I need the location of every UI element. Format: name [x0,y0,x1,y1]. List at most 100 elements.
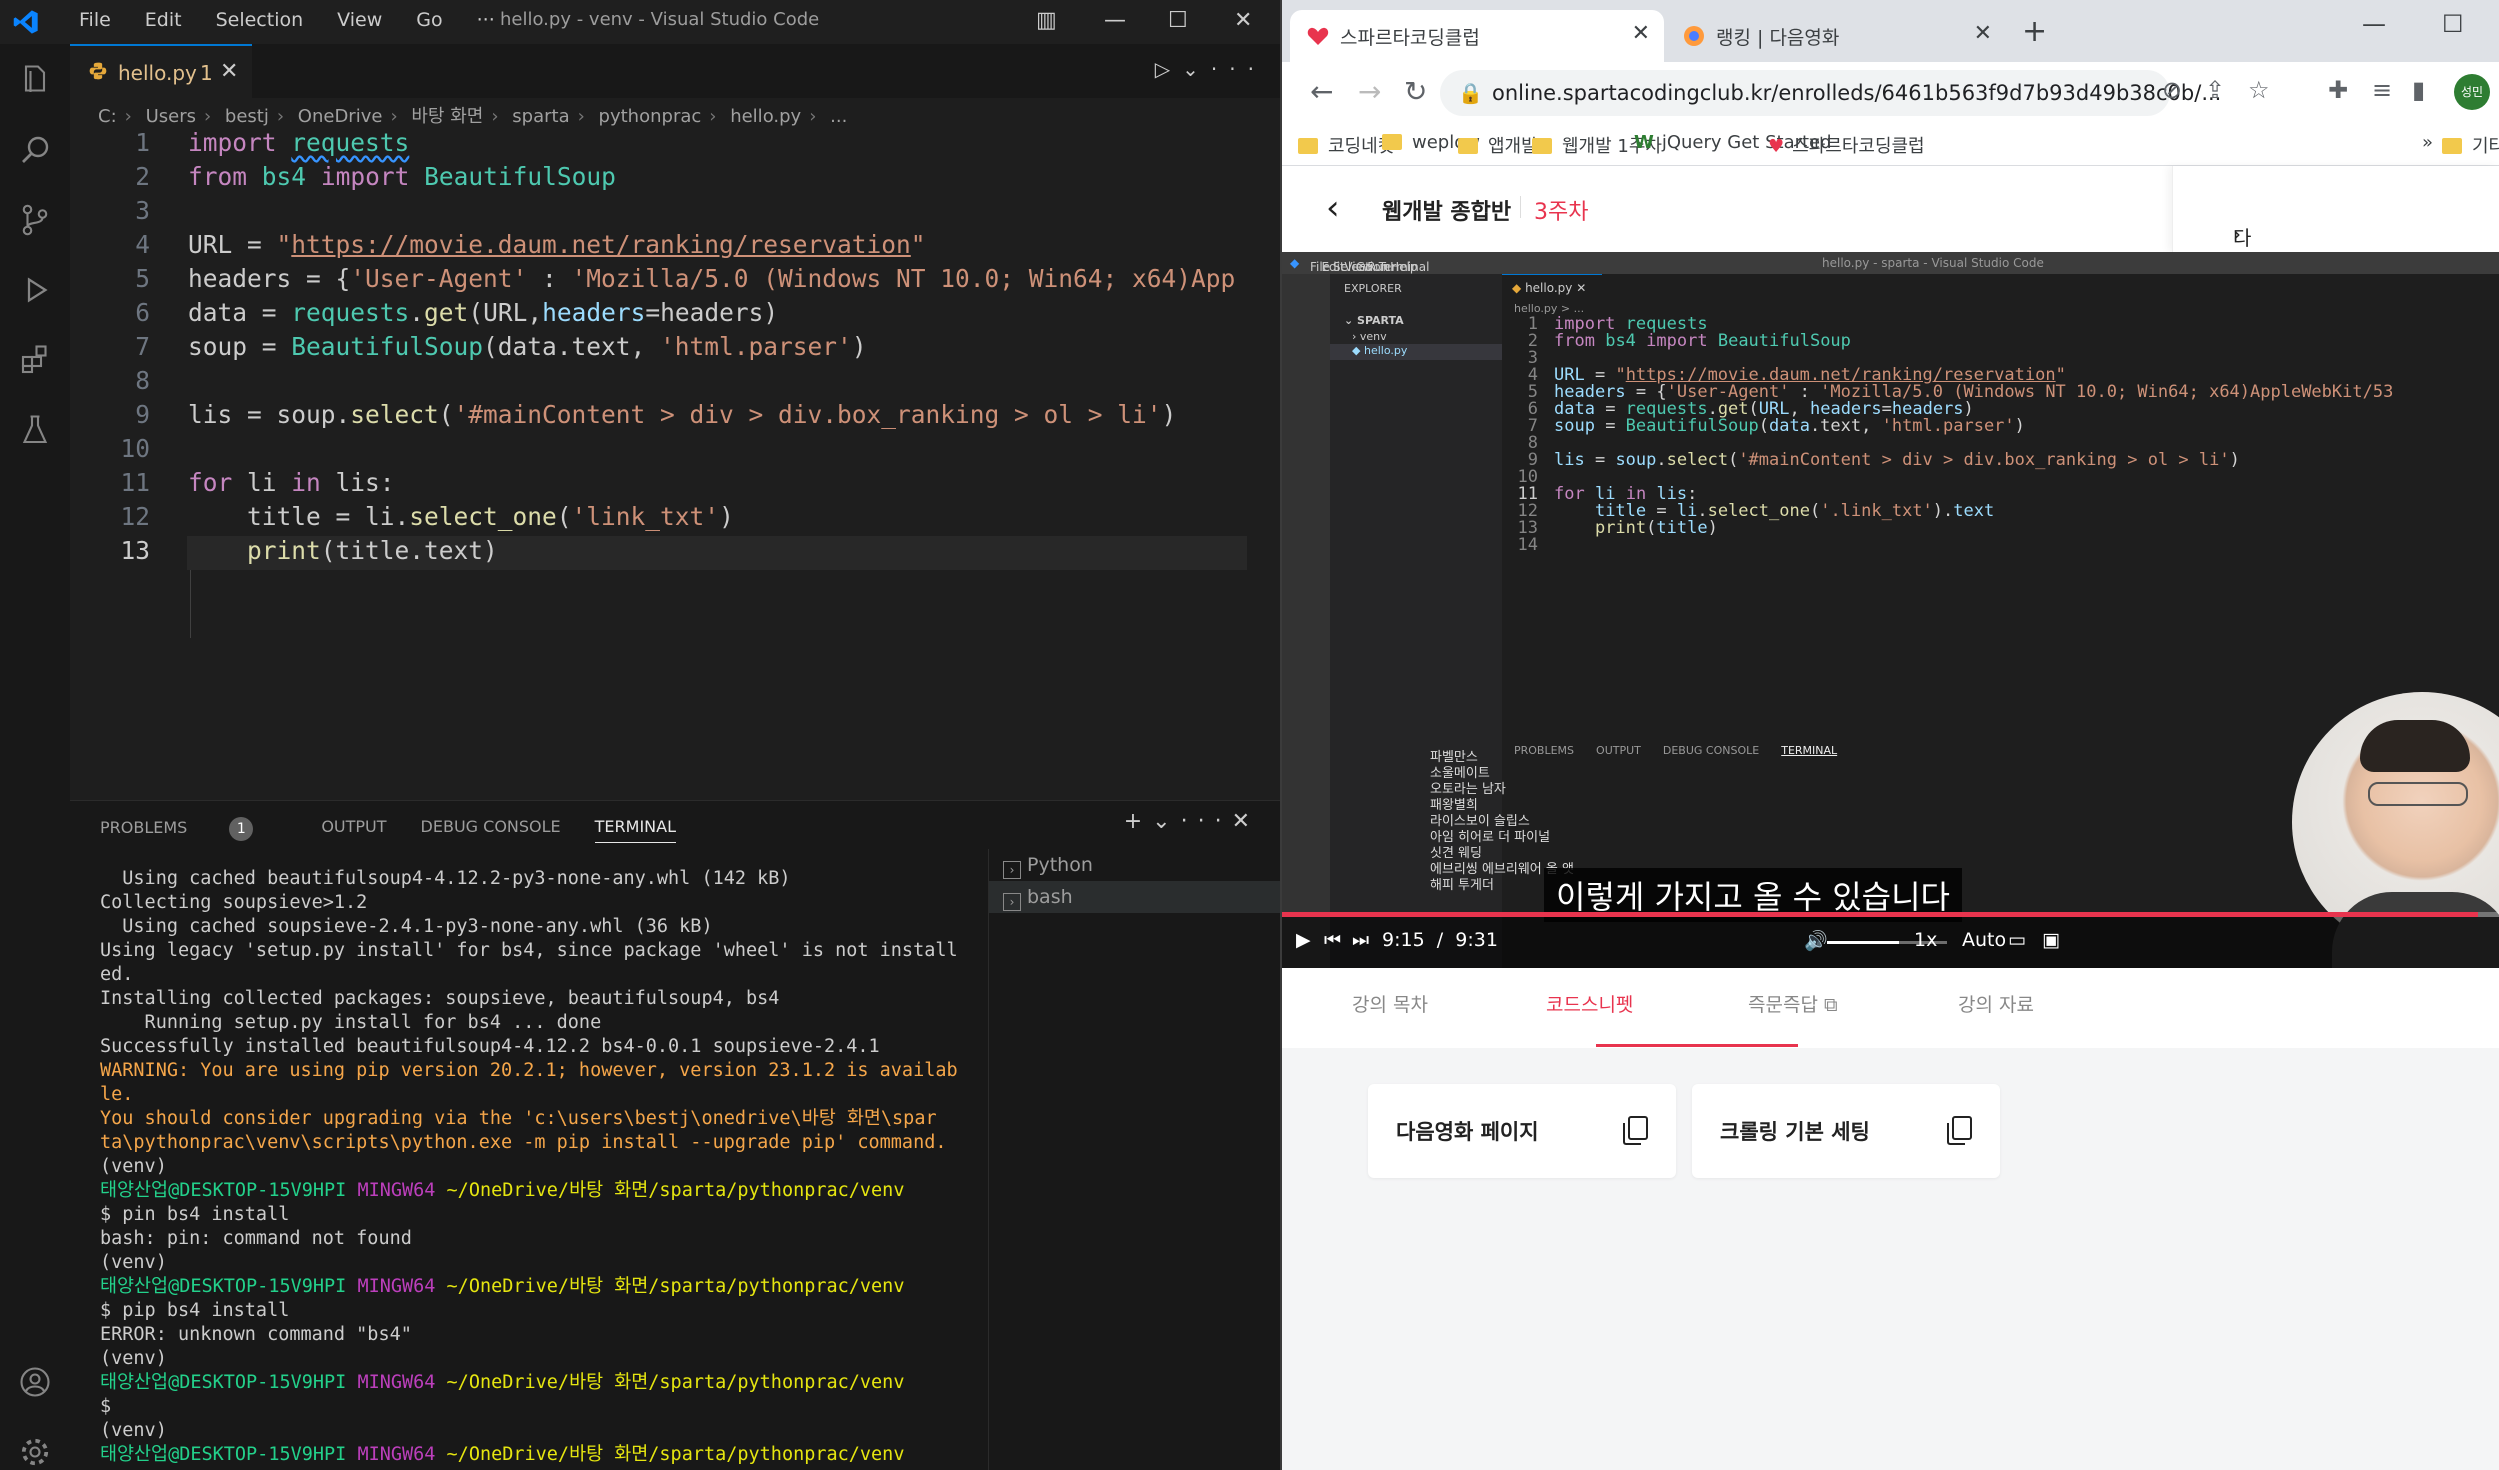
skip-forward-icon[interactable]: ⏭ [1352,929,1369,951]
back-arrow-icon[interactable]: ← [1310,75,1333,108]
address-bar[interactable]: 🔒 online.spartacodingclub.kr/enrolleds/6… [1440,70,2221,116]
terminal-item-python[interactable]: › Python [989,849,1281,881]
menu-edit[interactable]: Edit [128,9,199,31]
share-icon[interactable]: ⇪ [2205,76,2225,104]
tab-qna[interactable]: 즉문즉답 ⧉ [1748,990,1838,1017]
settings-gear-icon[interactable] [17,1434,53,1470]
tab-close-icon[interactable]: ✕ [1974,21,1992,46]
captions-icon[interactable]: ▭ [2008,929,2026,951]
account-icon[interactable] [17,1364,53,1400]
menu-view[interactable]: View [320,9,399,31]
chrome-tab-sparta[interactable]: 스파르타코딩클럽 ✕ [1290,10,1664,62]
breadcrumb-symbol[interactable]: ... [830,106,847,127]
breadcrumb-item[interactable]: bestj [225,106,269,127]
close-icon[interactable]: ✕ [1234,8,1252,33]
lecture-page: ‹ 웹개발 종합반 3주차 다음 강의 › ◆ File Edit Select… [1282,166,2499,1470]
minimize-icon[interactable]: — [1104,8,1126,33]
eye-off-icon[interactable]: ⊘ [2162,76,2182,104]
breadcrumb-item[interactable]: OneDrive [298,106,383,127]
panel-tabs: PROBLEMS 1 OUTPUT DEBUG CONSOLE TERMINAL [100,817,710,843]
extensions-puzzle-icon[interactable]: ✚ [2328,76,2348,104]
new-tab-icon[interactable]: + [2022,14,2047,49]
bookmark-folder[interactable]: 코딩네컷 [1298,132,1394,158]
breadcrumb-item[interactable]: pythonprac [599,106,702,127]
tab-materials[interactable]: 강의 자료 [1958,990,2034,1017]
pip-icon[interactable]: ▣ [2042,929,2060,951]
bookmark-folder[interactable]: 앱개발 [1458,132,1538,158]
tab-problems[interactable]: PROBLEMS 1 [100,817,287,843]
terminal-line: bash: pin: command not found [100,1228,412,1249]
run-file-icon[interactable]: ▷ [1155,57,1182,81]
volume-icon[interactable]: 🔊 [1804,929,1828,952]
playback-speed[interactable]: 1x [1914,929,1937,951]
copy-icon[interactable] [1623,1116,1648,1145]
tab-table-of-contents[interactable]: 강의 목차 [1352,990,1428,1017]
play-icon[interactable]: ▶ [1296,929,1311,951]
close-panel-icon[interactable]: ✕ [1232,809,1260,834]
reading-list-icon[interactable]: ≡ [2372,76,2392,104]
maximize-icon[interactable]: ☐ [1168,8,1188,33]
source-control-icon[interactable] [17,202,53,238]
profile-avatar[interactable]: 성민 [2454,74,2490,110]
tab-close-icon[interactable]: ✕ [220,59,238,84]
skip-back-icon[interactable]: ⏮ [1324,929,1341,951]
menu-go[interactable]: Go [399,9,459,31]
tab-close-icon[interactable]: ✕ [1632,21,1650,46]
more-actions-icon[interactable]: ··· [1211,57,1266,81]
terminal-line: Using legacy 'setup.py install' for bs4,… [100,940,958,961]
side-panel-icon[interactable]: ▮ [2412,76,2425,104]
address-actions: ⊘ ⇪ ☆ [2162,76,2270,104]
folder-icon [2442,138,2462,154]
tab-hello-py[interactable]: hello.py 1 ✕ [70,44,252,98]
code-line: 3 [135,196,150,225]
maximize-icon[interactable]: ☐ [2442,10,2464,38]
code-line: 5 headers = {'User-Agent' : 'Mozilla/5.0 … [135,264,1236,293]
testing-icon[interactable] [17,412,53,448]
terminal-line: Using cached beautifulsoup4-4.12.2-py3-n… [100,868,791,889]
search-icon[interactable] [17,132,53,168]
new-terminal-icon[interactable]: + [1124,809,1152,834]
tab-output[interactable]: OUTPUT [321,817,386,843]
back-chevron-icon[interactable]: ‹ [1326,188,1340,228]
breadcrumb-item[interactable]: C: [98,106,117,127]
tab-problem-count: 1 [200,61,213,85]
video-player[interactable]: ◆ File Edit Selection View Go Run Termin… [1282,252,2499,968]
bookmarks-overflow[interactable]: » [2422,132,2433,153]
terminal-warning: le. [100,1084,134,1105]
breadcrumb-item[interactable]: sparta [512,106,569,127]
explorer-icon[interactable] [17,62,53,98]
breadcrumb-file[interactable]: hello.py [730,106,801,127]
bookmark-sparta[interactable]: ♥ 스파르타코딩클럽 [1768,132,1925,158]
breadcrumb-item[interactable]: 바탕 화면 [411,106,483,127]
run-dropdown-icon[interactable]: ⌄ [1182,57,1211,81]
tab-code-snippets[interactable]: 코드스니펫 [1546,990,1633,1017]
layout-icon[interactable]: ▥ [1036,8,1057,33]
folder-icon [1458,138,1478,154]
terminal-item-bash[interactable]: › bash [989,881,1281,913]
quality-selector[interactable]: Auto [1962,929,2006,951]
breadcrumb-item[interactable]: Users [146,106,196,127]
bookmark-folder-other[interactable]: 기타 북 [2442,132,2499,158]
tab-terminal[interactable]: TERMINAL [594,817,677,843]
terminal-output[interactable]: Using cached beautifulsoup4-4.12.2-py3-n… [100,867,1030,1467]
code-line: 1 import requests [135,128,410,157]
menu-file[interactable]: File [62,9,128,31]
snippet-card[interactable]: 크롤링 기본 세팅 [1692,1084,2000,1178]
tab-debug-console[interactable]: DEBUG CONSOLE [421,817,561,843]
more-icon[interactable]: ··· [1181,809,1232,834]
minimize-icon[interactable]: — [2362,10,2386,38]
vscode-window: File Edit Selection View Go ··· hello.py… [0,0,1298,1470]
snippet-card[interactable]: 다음영화 페이지 [1368,1084,1676,1178]
copy-icon[interactable] [1947,1116,1972,1145]
chrome-tab-daum[interactable]: 랭킹 | 다음영화 ✕ [1666,10,2006,62]
next-lecture-button[interactable]: 다음 강의 › [2172,166,2499,337]
menu-selection[interactable]: Selection [199,9,321,31]
snippet-title: 크롤링 기본 세팅 [1720,1120,1870,1144]
lecture-tabs: 강의 목차 코드스니펫 즉문즉답 ⧉ 강의 자료 [1282,968,2499,1048]
terminal-dropdown-icon[interactable]: ⌄ [1152,809,1180,834]
extensions-icon[interactable] [17,342,53,378]
run-debug-icon[interactable] [17,272,53,308]
bookmark-star-icon[interactable]: ☆ [2248,76,2270,104]
forward-arrow-icon[interactable]: → [1358,75,1381,108]
reload-icon[interactable]: ↻ [1404,75,1427,108]
